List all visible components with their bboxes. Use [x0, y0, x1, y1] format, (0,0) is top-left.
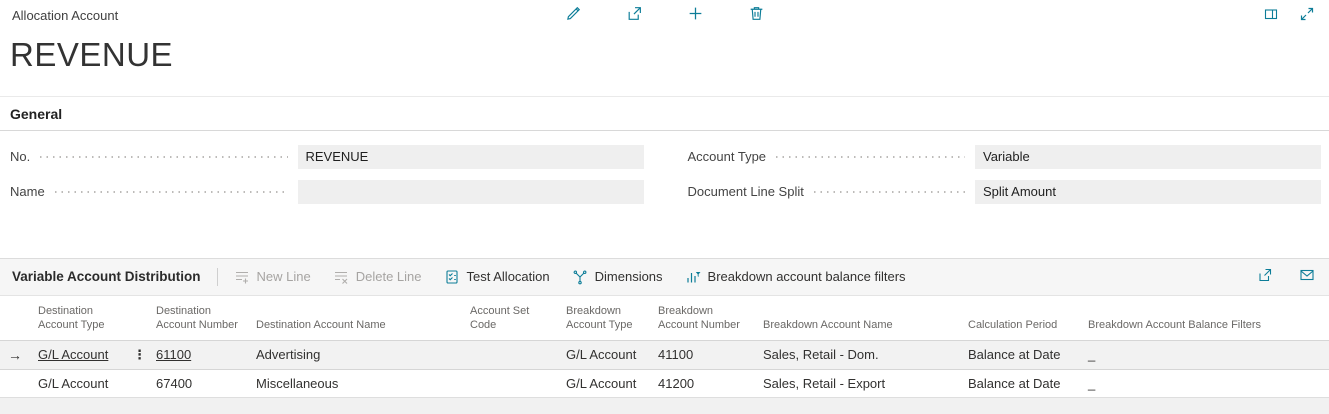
general-heading[interactable]: General [0, 97, 1329, 131]
new-line-button[interactable]: New Line [234, 269, 311, 285]
breakdown-filters-label: Breakdown account balance filters [708, 269, 906, 284]
cell-breakdown-name[interactable]: Sales, Retail - Dom. [755, 340, 960, 369]
general-section: General No. REVENUE Account Type Variabl… [0, 96, 1329, 204]
col-destination-account-number[interactable]: Destination Account Number [148, 296, 248, 340]
record-actions [563, 3, 767, 27]
share-icon [626, 5, 643, 25]
trash-icon [748, 5, 765, 25]
col-select [0, 296, 30, 340]
expand-button[interactable] [1297, 4, 1317, 27]
cell-breakdown-type[interactable]: G/L Account [558, 340, 650, 369]
grid-toolbar: New Line Delete Line Test Allocation Dim… [234, 269, 906, 285]
field-account-type-label: Account Type [688, 149, 767, 164]
cell-dest-type[interactable]: G/L Account [30, 369, 125, 397]
new-line-label: New Line [257, 269, 311, 284]
dotted-leader [776, 156, 965, 158]
col-account-set-code[interactable]: Account Set Code [462, 296, 558, 340]
breakdown-filters-icon [685, 269, 701, 285]
dimensions-icon [572, 269, 588, 285]
new-button[interactable] [685, 3, 706, 27]
distribution-table: Destination Account Type Destination Acc… [0, 296, 1329, 398]
email-icon [1299, 267, 1315, 286]
field-no-value[interactable]: REVENUE [298, 145, 644, 169]
distribution-card-title: Variable Account Distribution [12, 269, 201, 284]
cell-breakdown-type[interactable]: G/L Account [558, 369, 650, 397]
cell-dest-type[interactable]: G/L Account [38, 347, 108, 362]
cell-balance-filters[interactable]: _ [1080, 340, 1329, 369]
dimensions-button[interactable]: Dimensions [572, 269, 663, 285]
col-breakdown-account-type[interactable]: Breakdown Account Type [558, 296, 650, 340]
table-header-row: Destination Account Type Destination Acc… [0, 296, 1329, 340]
col-breakdown-account-balance-filters[interactable]: Breakdown Account Balance Filters [1080, 296, 1329, 340]
field-document-line-split: Document Line Split Split Amount [688, 180, 1322, 204]
test-allocation-icon [444, 269, 460, 285]
new-line-icon [234, 269, 250, 285]
breadcrumb[interactable]: Allocation Account [12, 8, 118, 23]
distribution-card: Variable Account Distribution New Line D… [0, 258, 1329, 398]
field-name-value[interactable] [298, 180, 644, 204]
field-account-type: Account Type Variable [688, 145, 1322, 169]
grid-email-button[interactable] [1297, 265, 1317, 288]
field-document-line-split-value[interactable]: Split Amount [975, 180, 1321, 204]
cell-calculation-period[interactable]: Balance at Date [960, 340, 1080, 369]
field-name: Name [10, 180, 644, 204]
row-menu-cell [125, 369, 148, 397]
field-document-line-split-label: Document Line Split [688, 184, 804, 199]
cell-dest-name[interactable]: Advertising [248, 340, 462, 369]
field-name-label: Name [10, 184, 45, 199]
distribution-card-header: Variable Account Distribution New Line D… [0, 259, 1329, 296]
cell-balance-filters[interactable]: _ [1080, 369, 1329, 397]
dotted-leader [55, 191, 288, 193]
col-breakdown-account-name[interactable]: Breakdown Account Name [755, 296, 960, 340]
col-destination-account-type[interactable]: Destination Account Type [30, 296, 125, 340]
field-account-type-value[interactable]: Variable [975, 145, 1321, 169]
field-no: No. REVENUE [10, 145, 644, 169]
share-icon [1257, 267, 1273, 286]
cell-calculation-period[interactable]: Balance at Date [960, 369, 1080, 397]
table-row[interactable]: → G/L Account ⋮ 61100 Advertising G/L Ac… [0, 340, 1329, 369]
selected-row-arrow-icon: → [0, 340, 30, 369]
focus-mode-button[interactable] [1261, 4, 1281, 27]
breakdown-filters-button[interactable]: Breakdown account balance filters [685, 269, 906, 285]
cell-breakdown-number[interactable]: 41100 [650, 340, 755, 369]
col-calculation-period[interactable]: Calculation Period [960, 296, 1080, 340]
edit-button[interactable] [563, 3, 584, 27]
delete-line-label: Delete Line [356, 269, 422, 284]
cell-breakdown-number[interactable]: 41200 [650, 369, 755, 397]
grid-header-actions [1255, 265, 1317, 288]
top-command-bar: Allocation Account [0, 0, 1329, 30]
field-no-label: No. [10, 149, 30, 164]
page-background [0, 398, 1329, 414]
general-form: No. REVENUE Account Type Variable Name D… [0, 131, 1329, 204]
toolbar-separator [217, 268, 218, 286]
delete-line-icon [333, 269, 349, 285]
col-row-menu [125, 296, 148, 340]
col-breakdown-account-number[interactable]: Breakdown Account Number [650, 296, 755, 340]
cell-breakdown-name[interactable]: Sales, Retail - Export [755, 369, 960, 397]
test-allocation-label: Test Allocation [467, 269, 550, 284]
cell-dest-number[interactable]: 67400 [148, 369, 248, 397]
col-destination-account-name[interactable]: Destination Account Name [248, 296, 462, 340]
row-menu-icon[interactable]: ⋮ [125, 340, 148, 369]
plus-icon [687, 5, 704, 25]
delete-button[interactable] [746, 3, 767, 27]
grid-share-button[interactable] [1255, 265, 1275, 288]
pencil-icon [565, 5, 582, 25]
cell-account-set-code[interactable] [462, 369, 558, 397]
test-allocation-button[interactable]: Test Allocation [444, 269, 550, 285]
window-actions [1261, 4, 1317, 27]
table-row[interactable]: G/L Account 67400 Miscellaneous G/L Acco… [0, 369, 1329, 397]
page-title: REVENUE [10, 36, 1329, 74]
delete-line-button[interactable]: Delete Line [333, 269, 422, 285]
dotted-leader [40, 156, 287, 158]
cell-dest-name[interactable]: Miscellaneous [248, 369, 462, 397]
focus-mode-icon [1263, 6, 1279, 25]
expand-icon [1299, 6, 1315, 25]
dotted-leader [814, 191, 965, 193]
cell-account-set-code[interactable] [462, 340, 558, 369]
share-button[interactable] [624, 3, 645, 27]
row-select-cell [0, 369, 30, 397]
dimensions-label: Dimensions [595, 269, 663, 284]
cell-dest-number[interactable]: 61100 [156, 347, 191, 362]
